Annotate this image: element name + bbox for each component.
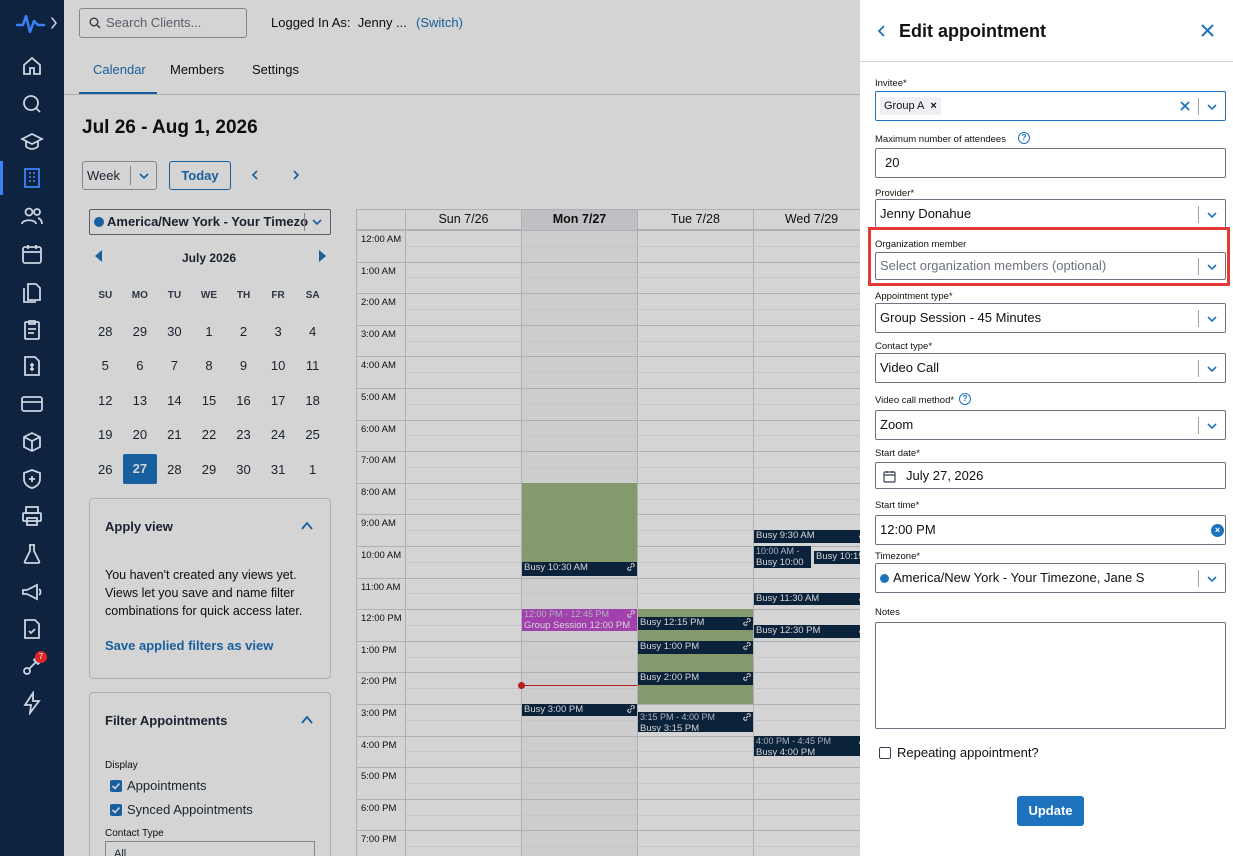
start-date-label: Start date* bbox=[875, 448, 920, 459]
chevron-down-icon bbox=[1207, 104, 1217, 111]
notes-label: Notes bbox=[875, 607, 900, 618]
select-divider bbox=[1198, 417, 1199, 434]
notification-badge: 7 bbox=[35, 651, 47, 663]
start-time-input[interactable]: 12:00 PM × bbox=[875, 515, 1226, 545]
max-attendees-value: 20 bbox=[885, 155, 900, 170]
globe-icon bbox=[880, 574, 889, 583]
contact-type-value: Video Call bbox=[880, 360, 940, 375]
app-logo-icon[interactable] bbox=[14, 8, 62, 38]
invitee-select[interactable]: Group A × bbox=[875, 91, 1226, 121]
modal-overlay[interactable] bbox=[64, 0, 924, 856]
calendar-icon bbox=[883, 471, 896, 483]
home-icon[interactable] bbox=[20, 54, 44, 78]
active-indicator bbox=[0, 161, 3, 195]
select-divider bbox=[1198, 570, 1199, 587]
credit-card-icon[interactable] bbox=[20, 392, 44, 416]
chevron-down-icon bbox=[1207, 212, 1217, 219]
clipboard-icon[interactable] bbox=[20, 318, 44, 342]
contact-type-select[interactable]: Video Call bbox=[875, 353, 1226, 383]
org-member-highlight bbox=[868, 227, 1230, 286]
billing-icon[interactable] bbox=[20, 354, 44, 378]
chevron-down-icon bbox=[1207, 423, 1217, 430]
remove-chip-icon[interactable]: × bbox=[930, 100, 936, 112]
chat-search-icon[interactable] bbox=[20, 92, 44, 116]
start-time-label: Start time* bbox=[875, 500, 920, 511]
repeating-checkbox[interactable] bbox=[879, 747, 891, 759]
calendar-icon[interactable] bbox=[20, 242, 44, 266]
invitee-chip: Group A × bbox=[880, 97, 941, 115]
max-attendees-label: Maximum number of attendees bbox=[875, 134, 1006, 145]
provider-select[interactable]: Jenny Donahue bbox=[875, 199, 1226, 229]
graduation-cap-icon[interactable] bbox=[20, 130, 44, 154]
repeating-label: Repeating appointment? bbox=[897, 745, 1039, 760]
printer-icon[interactable] bbox=[20, 504, 44, 528]
chevron-down-icon bbox=[1207, 316, 1217, 323]
edit-appointment-drawer: Edit appointment Invitee* Group A × Maxim… bbox=[860, 0, 1233, 856]
start-date-input[interactable]: July 27, 2026 bbox=[875, 462, 1226, 489]
video-method-select[interactable]: Zoom bbox=[875, 410, 1226, 440]
provider-label: Provider* bbox=[875, 188, 915, 199]
select-divider bbox=[1198, 206, 1199, 223]
shield-plus-icon[interactable] bbox=[20, 467, 44, 491]
contact-type-label: Contact type* bbox=[875, 341, 933, 352]
select-divider bbox=[1198, 98, 1199, 115]
appt-type-select[interactable]: Group Session - 45 Minutes bbox=[875, 303, 1226, 333]
appt-type-value: Group Session - 45 Minutes bbox=[880, 310, 1042, 325]
video-method-value: Zoom bbox=[880, 417, 914, 432]
megaphone-icon[interactable] bbox=[20, 580, 44, 604]
start-time-value: 12:00 PM bbox=[880, 522, 936, 537]
update-button[interactable]: Update bbox=[1017, 796, 1084, 826]
notes-textarea[interactable] bbox=[875, 622, 1226, 729]
left-nav-rail: 7 bbox=[0, 0, 64, 856]
start-date-value: July 27, 2026 bbox=[906, 468, 984, 483]
clear-icon[interactable] bbox=[1180, 101, 1190, 111]
documents-icon[interactable] bbox=[20, 280, 44, 304]
building-icon[interactable] bbox=[20, 166, 44, 190]
package-icon[interactable] bbox=[20, 430, 44, 454]
drawer-title: Edit appointment bbox=[899, 21, 1046, 41]
clear-time-icon[interactable]: × bbox=[1211, 524, 1224, 537]
select-divider bbox=[1198, 360, 1199, 377]
max-attendees-input[interactable]: 20 bbox=[875, 148, 1226, 178]
chevron-down-icon bbox=[1207, 366, 1217, 373]
drawer-header: Edit appointment bbox=[860, 0, 1233, 62]
select-divider bbox=[1198, 310, 1199, 327]
invitee-chip-label: Group A bbox=[884, 100, 925, 112]
help-icon[interactable]: ? bbox=[1018, 132, 1030, 144]
invitee-label: Invitee* bbox=[875, 78, 907, 89]
timezone-label: Timezone* bbox=[875, 551, 921, 562]
lightning-icon[interactable] bbox=[20, 691, 44, 715]
video-method-label: Video call method* bbox=[875, 395, 955, 406]
flask-icon[interactable] bbox=[20, 542, 44, 566]
chevron-down-icon bbox=[1207, 576, 1217, 583]
back-arrow-icon[interactable] bbox=[876, 24, 888, 38]
report-check-icon[interactable] bbox=[20, 617, 44, 641]
users-icon[interactable] bbox=[20, 204, 44, 228]
appt-type-label: Appointment type* bbox=[875, 291, 953, 302]
provider-value: Jenny Donahue bbox=[880, 206, 972, 221]
timezone-value: America/New York - Your Timezone, Jane S bbox=[893, 570, 1145, 585]
timezone-select[interactable]: America/New York - Your Timezone, Jane S bbox=[875, 563, 1226, 593]
close-icon[interactable] bbox=[1200, 23, 1215, 38]
help-icon[interactable]: ? bbox=[959, 393, 971, 405]
